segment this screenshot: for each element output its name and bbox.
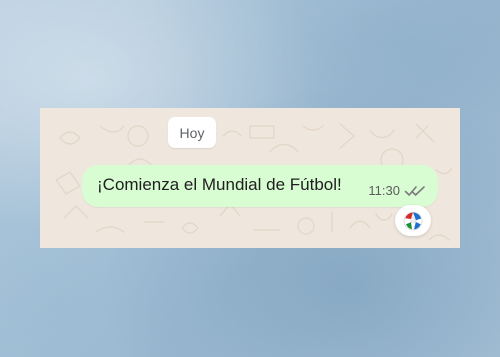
message-bubble[interactable]: ¡Comienza el Mundial de Fútbol! 11:30	[82, 165, 438, 207]
date-label: Hoy	[179, 124, 205, 141]
football-emoji-icon	[403, 211, 423, 230]
message-meta: 11:30	[368, 184, 426, 198]
message-time: 11:30	[368, 183, 400, 198]
chat-panel: Hoy ¡Comienza el Mundial de Fútbol! 11:3…	[40, 108, 460, 248]
message-reaction[interactable]	[395, 205, 431, 236]
double-check-icon	[404, 184, 426, 198]
date-separator: Hoy	[168, 117, 216, 148]
message-text: ¡Comienza el Mundial de Fútbol!	[97, 175, 342, 194]
